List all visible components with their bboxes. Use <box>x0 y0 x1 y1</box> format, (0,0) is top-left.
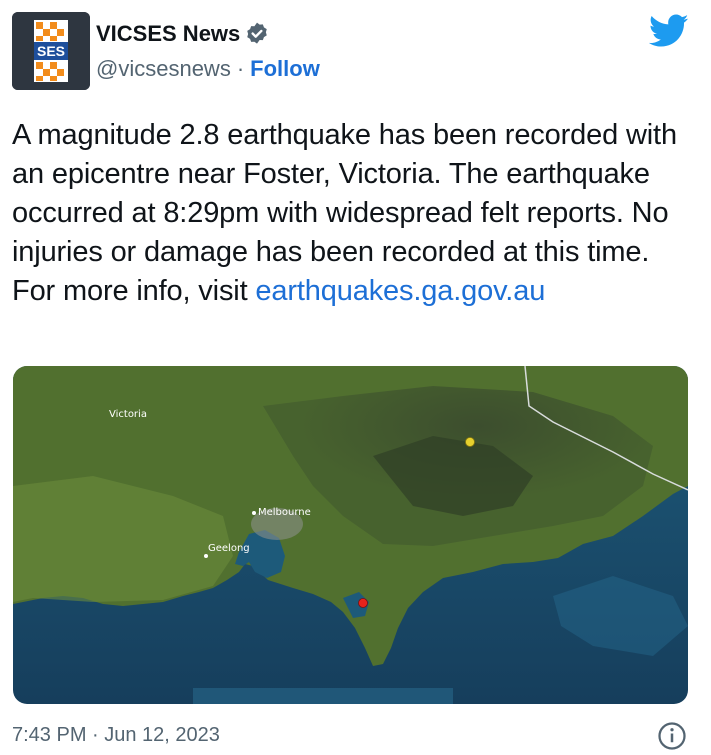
melbourne-dot <box>252 511 256 515</box>
handle-row: @vicsesnews · Follow <box>96 52 320 86</box>
map-label-melbourne: Melbourne <box>258 507 311 518</box>
epicentre-marker[interactable] <box>358 598 368 608</box>
follow-button[interactable]: Follow <box>250 56 320 82</box>
twitter-bird-icon[interactable] <box>649 14 689 48</box>
separator-dot: · <box>236 56 245 81</box>
map-label-victoria: Victoria <box>109 409 147 420</box>
satellite-map: Victoria Melbourne Geelong <box>13 366 688 704</box>
tweet-card: SES VICSES News @vicsesnews · Follow A m… <box>0 0 711 755</box>
geelong-dot <box>204 554 208 558</box>
tweet-text: A magnitude 2.8 earthquake has been reco… <box>12 116 682 311</box>
timestamp[interactable]: 7:43 PM · Jun 12, 2023 <box>12 724 220 747</box>
handle[interactable]: @vicsesnews <box>96 56 231 82</box>
felt-report-marker[interactable] <box>465 437 475 447</box>
avatar[interactable]: SES <box>12 12 90 90</box>
author-block: VICSES News @vicsesnews · Follow <box>96 16 320 86</box>
info-icon[interactable] <box>657 721 687 751</box>
ses-logo: SES <box>12 12 90 90</box>
map-label-geelong: Geelong <box>208 543 250 554</box>
map-image[interactable]: Victoria Melbourne Geelong <box>13 366 688 704</box>
tweet-link[interactable]: earthquakes.ga.gov.au <box>255 275 545 307</box>
verified-badge-icon <box>247 22 268 44</box>
logo-text: SES <box>37 43 65 59</box>
overlay-fragment <box>193 688 453 704</box>
display-name[interactable]: VICSES News <box>96 21 240 47</box>
name-row: VICSES News <box>96 16 320 52</box>
tweet-footer: 7:43 PM · Jun 12, 2023 <box>12 720 699 750</box>
